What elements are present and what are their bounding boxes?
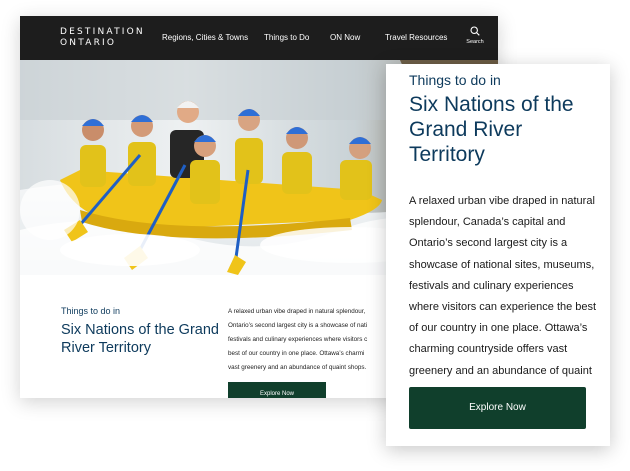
nav-item-things-to-do[interactable]: Things to Do (264, 33, 309, 42)
mobile-body-text: A relaxed urban vibe draped in natural s… (409, 195, 597, 398)
logo-line-1: DESTINATION (60, 27, 145, 37)
desktop-title: Six Nations of the Grand River Territory (61, 322, 219, 356)
destination-ontario-logo[interactable]: DESTINATION ONTARIO (60, 27, 145, 49)
mobile-title: Six Nations of the Grand River Territory (409, 93, 574, 166)
top-navigation: DESTINATION ONTARIO Regions, Cities & To… (20, 16, 498, 60)
search-icon (470, 26, 480, 36)
search-button[interactable]: Search (464, 26, 486, 54)
mobile-card-mockup: Things to do in Six Nations of the Grand… (386, 64, 610, 446)
nav-item-travel-resources[interactable]: Travel Resources (385, 33, 447, 42)
nav-item-on-now[interactable]: ON Now (330, 33, 360, 42)
desktop-explore-now-button[interactable]: Explore Now (228, 382, 326, 398)
nav-item-regions[interactable]: Regions, Cities & Towns (162, 33, 248, 42)
logo-line-2: ONTARIO (60, 38, 117, 48)
mobile-explore-now-button[interactable]: Explore Now (409, 387, 586, 429)
mobile-eyebrow: Things to do in (409, 72, 501, 88)
desktop-eyebrow: Things to do in (61, 306, 121, 316)
search-label: Search (466, 39, 484, 45)
